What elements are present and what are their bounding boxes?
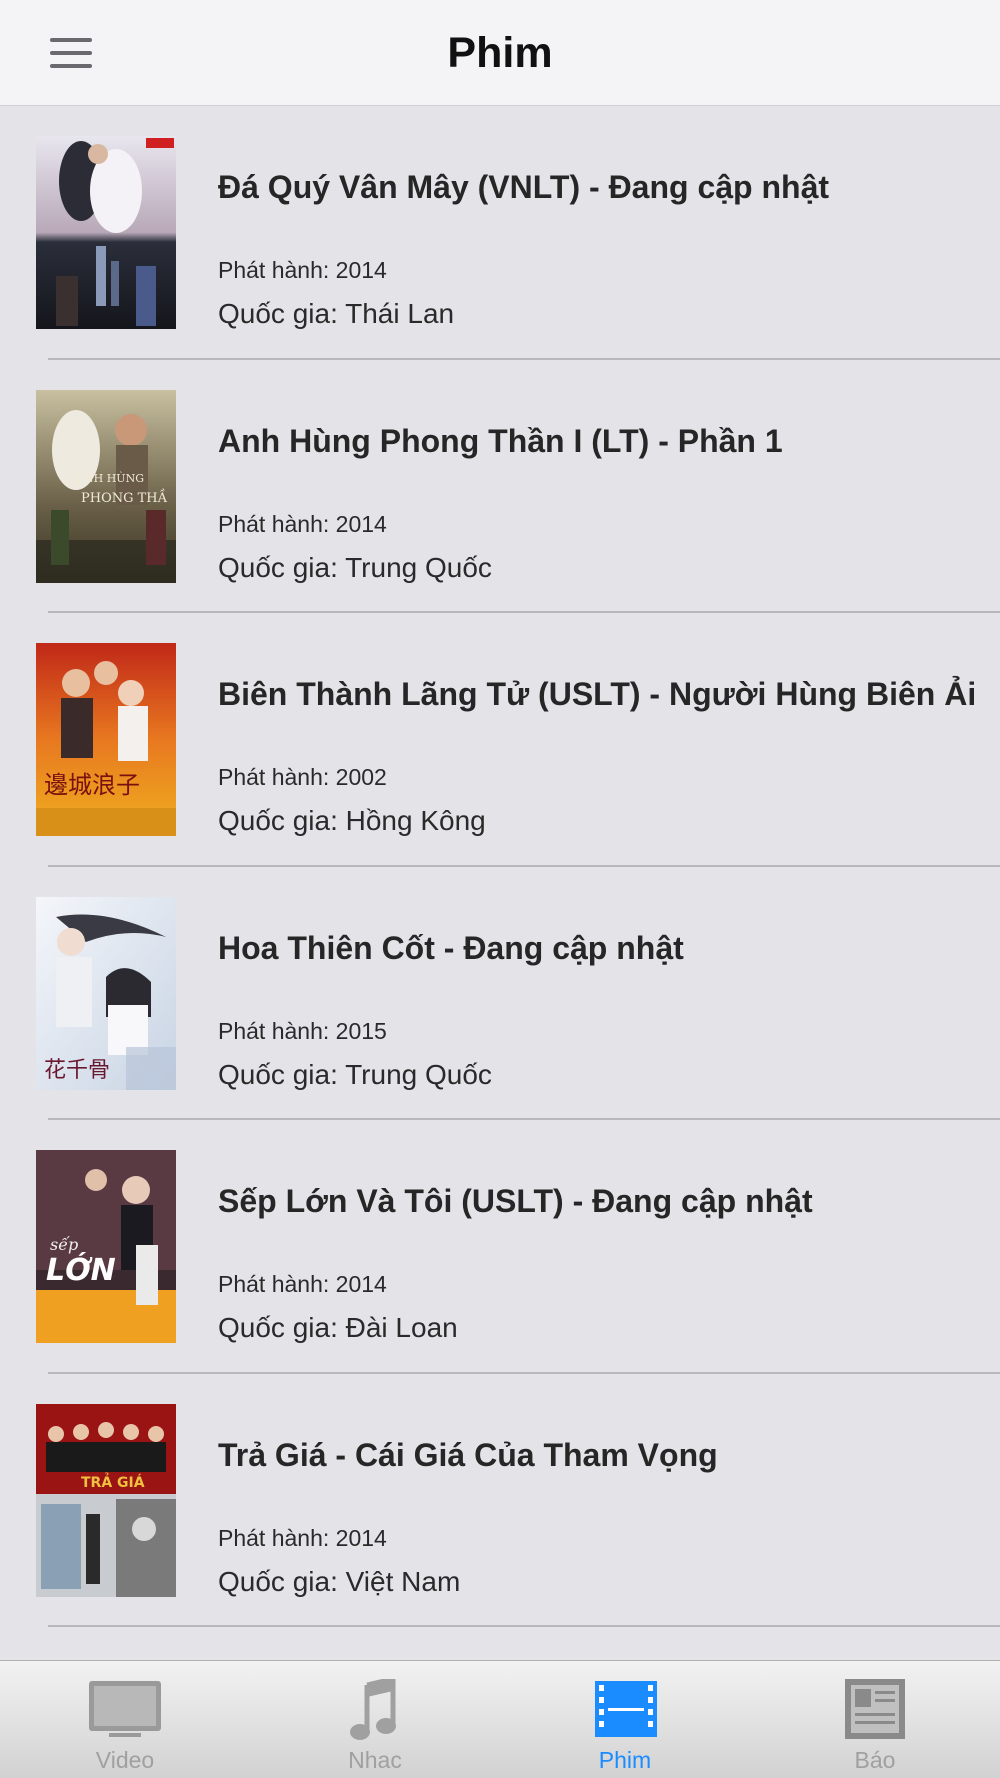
movie-list-item[interactable]: A NH HÙNG PHONG THẦ Anh Hùng Phong Thần …	[0, 360, 1000, 614]
movie-title[interactable]: Anh Hùng Phong Thần I (LT) - Phần 1	[218, 360, 980, 523]
tab-label: Nhac	[348, 1747, 402, 1773]
svg-text:sếp: sếp	[50, 1235, 78, 1254]
tab-news[interactable]: Báo	[750, 1661, 1000, 1778]
movie-poster: A NH HÙNG PHONG THẦ	[36, 389, 176, 583]
movie-list-item[interactable]: 邊城浪子 Biên Thành Lãng Tử (USLT) - Người H…	[0, 613, 1000, 867]
movie-poster: 花千骨	[36, 896, 176, 1090]
movie-release: Phát hành: 2014	[218, 1271, 387, 1297]
movie-release: Phát hành: 2015	[218, 1017, 387, 1044]
svg-text:NH HÙNG: NH HÙNG	[84, 471, 144, 485]
tab-label: Báo	[854, 1747, 896, 1773]
movie-country: Quốc gia: Hồng Kông	[218, 805, 486, 836]
tab-label: Video	[95, 1747, 155, 1773]
movie-country: Quốc gia: Đài Loan	[218, 1312, 458, 1343]
movie-release: Phát hành: 2014	[218, 510, 387, 537]
film-strip-icon	[585, 1679, 665, 1743]
svg-text:花千骨: 花千骨	[44, 1058, 110, 1083]
tab-film[interactable]: Phim	[500, 1661, 750, 1778]
movie-poster: sếp LỚN	[36, 1150, 176, 1343]
movie-release: Phát hành: 2014	[218, 1524, 387, 1551]
navigation-bar: Phim	[0, 0, 1000, 106]
movie-title[interactable]: Đá Quý Vân Mây (VNLT) - Đang cập nhật	[218, 106, 980, 269]
movie-country: Quốc gia: Thái Lan	[218, 298, 455, 329]
movie-list-item[interactable]: 花千骨 Hoa Thiên Cốt - Đang cập nhật Phát h…	[0, 867, 1000, 1121]
movie-country: Quốc gia: Trung Quốc	[218, 1058, 492, 1090]
music-note-icon	[335, 1675, 415, 1743]
movie-release: Phát hành: 2002	[218, 764, 387, 790]
movie-list-item[interactable]: sếp LỚN Sếp Lớn Và Tôi (USLT) - Đang cập…	[0, 1120, 1000, 1374]
svg-text:A: A	[65, 466, 83, 491]
page-title: Phim	[447, 29, 553, 77]
movie-country: Quốc gia: Việt Nam	[218, 1565, 461, 1597]
svg-text:PHONG THẦ: PHONG THẦ	[81, 488, 168, 506]
movie-release: Phát hành: 2014	[218, 257, 387, 283]
svg-text:LỚN: LỚN	[46, 1251, 116, 1288]
movie-poster: TRẢ GIÁ	[36, 1403, 176, 1597]
movie-list-item[interactable]: TRẢ GIÁ Trả Giá - Cái Giá Của Tham Vọng …	[0, 1374, 1000, 1628]
movie-country: Quốc gia: Trung Quốc	[218, 551, 492, 583]
movie-title[interactable]: Hoa Thiên Cốt - Đang cập nhật	[218, 867, 980, 1030]
svg-text:TRẢ GIÁ: TRẢ GIÁ	[81, 1472, 145, 1491]
svg-text:邊城浪子: 邊城浪子	[44, 771, 140, 799]
newspaper-icon	[835, 1679, 915, 1743]
tab-bar: Video Nhac Phim Báo	[0, 1660, 1000, 1778]
movie-title[interactable]: Biên Thành Lãng Tử (USLT) - Người Hùng B…	[218, 613, 980, 776]
tv-icon	[85, 1679, 165, 1743]
tab-video[interactable]: Video	[0, 1661, 250, 1778]
movie-poster	[36, 136, 176, 329]
movie-poster: 邊城浪子	[36, 643, 176, 836]
movie-list[interactable]: Đá Quý Vân Mây (VNLT) - Đang cập nhật Ph…	[0, 106, 1000, 1660]
tab-music[interactable]: Nhac	[250, 1661, 500, 1778]
movie-title[interactable]: Sếp Lớn Và Tôi (USLT) - Đang cập nhật	[218, 1120, 980, 1283]
tab-label: Phim	[598, 1747, 652, 1773]
movie-title[interactable]: Trả Giá - Cái Giá Của Tham Vọng	[218, 1374, 980, 1537]
movie-list-item[interactable]: Đá Quý Vân Mây (VNLT) - Đang cập nhật Ph…	[0, 106, 1000, 360]
